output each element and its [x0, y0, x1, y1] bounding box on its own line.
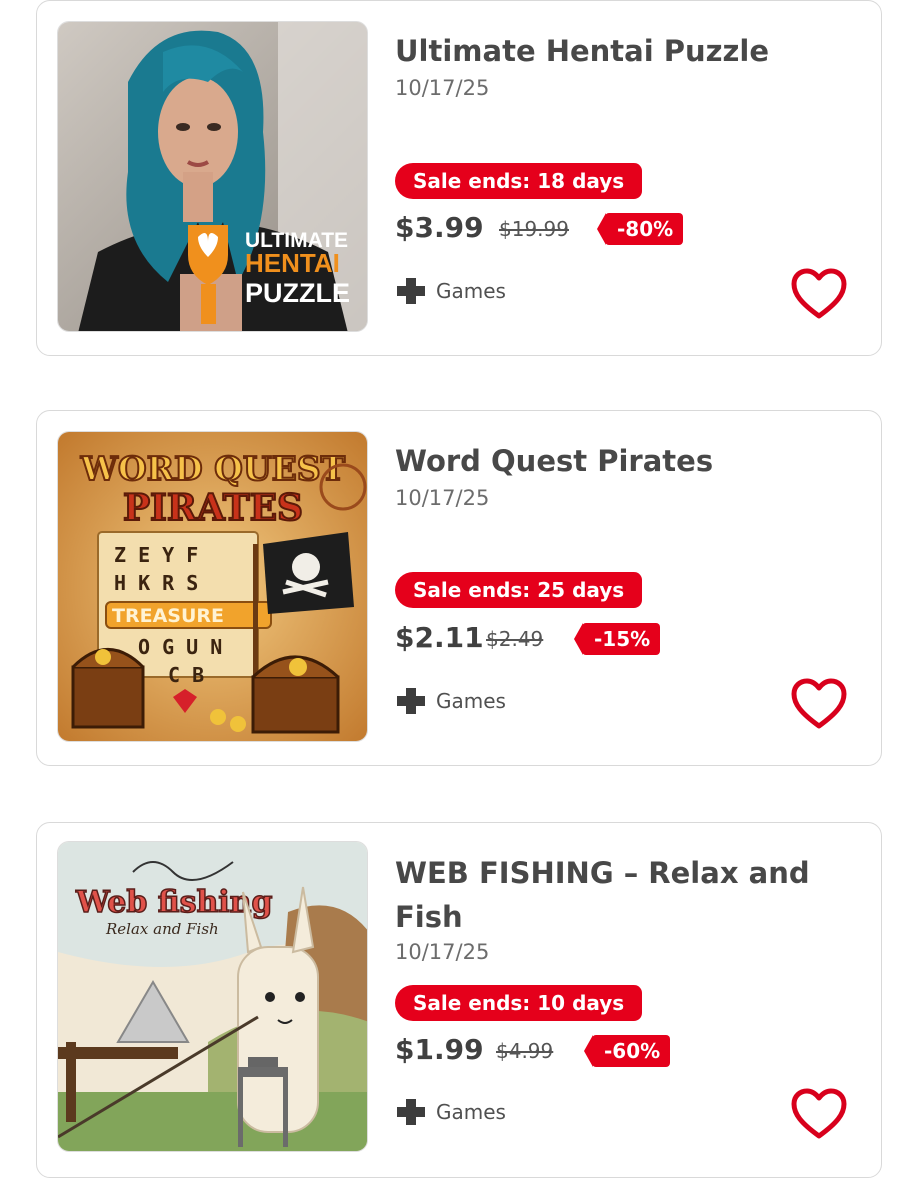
image-text: TREASURE — [112, 605, 224, 627]
discount-badge: -80% — [596, 213, 684, 245]
image-text: WORD QUEST — [80, 449, 346, 488]
favorite-button[interactable] — [789, 1087, 849, 1141]
category-label: Games — [395, 686, 506, 716]
discount-badge: -60% — [583, 1035, 671, 1067]
heart-icon — [791, 268, 847, 319]
product-date: 10/17/25 — [395, 76, 490, 100]
image-text: H K R S — [114, 571, 198, 595]
current-price: $2.11 — [395, 621, 484, 654]
current-price: $1.99 — [395, 1033, 484, 1066]
image-text: PUZZLE — [245, 278, 350, 308]
image-text: PIRATES — [123, 487, 303, 529]
heart-icon — [791, 1088, 847, 1139]
product-card[interactable]: ULTIMATE HENTAI PUZZLE Ultimate Hentai P… — [36, 0, 882, 356]
category-text: Games — [436, 1100, 506, 1124]
product-image[interactable]: ULTIMATE HENTAI PUZZLE — [57, 21, 368, 332]
product-title[interactable]: WEB FISHING – Relax and Fish — [395, 851, 835, 939]
discount-badge: -15% — [573, 623, 661, 655]
plus-icon — [397, 1099, 425, 1125]
heart-icon — [791, 678, 847, 729]
original-price: $4.99 — [496, 1039, 554, 1063]
product-title[interactable]: Word Quest Pirates — [395, 439, 835, 483]
product-card[interactable]: Web fishing Relax and Fish WEB FISHING –… — [36, 822, 882, 1178]
plus-icon — [397, 278, 425, 304]
image-text: O G U N — [138, 635, 222, 659]
image-text: Z E Y F — [114, 543, 198, 567]
image-text: Relax and Fish — [105, 920, 219, 938]
category-text: Games — [436, 689, 506, 713]
product-title[interactable]: Ultimate Hentai Puzzle — [395, 29, 835, 73]
product-image[interactable]: WORD QUEST PIRATES Z E Y F H K R S TREAS… — [57, 431, 368, 742]
sale-badge: Sale ends: 25 days — [395, 572, 643, 608]
current-price: $3.99 — [395, 211, 484, 244]
category-label: Games — [395, 1097, 506, 1127]
product-card[interactable]: WORD QUEST PIRATES Z E Y F H K R S TREAS… — [36, 410, 882, 766]
image-text: Web fishing — [75, 885, 272, 920]
image-text: C B — [168, 663, 204, 687]
favorite-button[interactable] — [789, 267, 849, 321]
category-label: Games — [395, 276, 506, 306]
favorite-button[interactable] — [789, 677, 849, 731]
sale-badge: Sale ends: 10 days — [395, 985, 643, 1021]
sale-badge: Sale ends: 18 days — [395, 163, 643, 199]
category-text: Games — [436, 279, 506, 303]
image-text: HENTAI — [245, 248, 340, 278]
product-image[interactable]: Web fishing Relax and Fish — [57, 841, 368, 1152]
plus-icon — [397, 688, 425, 714]
product-date: 10/17/25 — [395, 486, 490, 510]
original-price: $19.99 — [499, 217, 569, 241]
product-date: 10/17/25 — [395, 940, 490, 964]
original-price: $2.49 — [486, 627, 544, 651]
